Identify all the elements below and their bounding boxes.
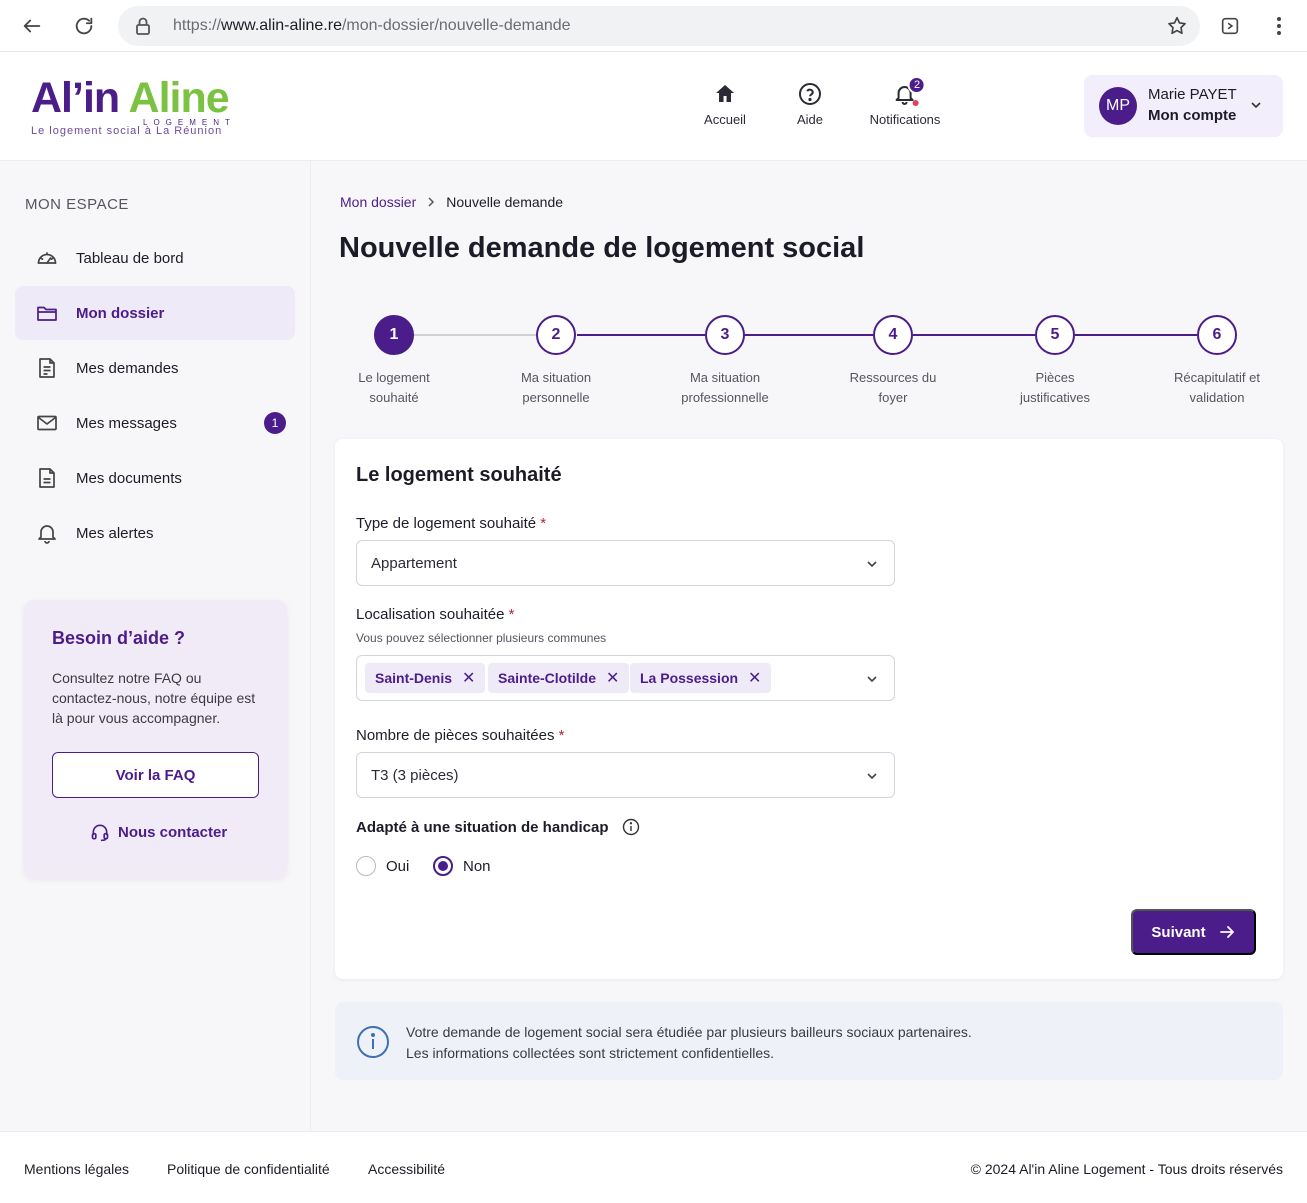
notification-dot <box>913 100 919 106</box>
extensions-icon[interactable] <box>1216 12 1244 40</box>
radio-non[interactable]: Non <box>433 856 491 876</box>
file-icon <box>39 468 55 488</box>
location-multiselect[interactable]: Saint-Denis ✕ Sainte-Clotilde ✕ La Possess… <box>356 655 895 701</box>
sidebar-item-mon-dossier[interactable]: Mon dossier <box>15 286 295 340</box>
account-menu[interactable]: MP Marie PAYET Mon compte <box>1084 75 1283 137</box>
chevron-down-icon <box>867 676 877 683</box>
page-title: Nouvelle demande de logement social <box>339 232 865 264</box>
info-notice: Votre demande de logement social sera ét… <box>335 1002 1283 1080</box>
breadcrumb: Mon dossier Nouvelle demande <box>340 194 563 210</box>
type-label: Type de logement souhaité * <box>356 515 547 532</box>
url-text: https://www.alin-aline.re/mon-dossier/no… <box>173 17 571 34</box>
nav-accueil[interactable]: Accueil <box>704 82 746 127</box>
chevron-down-icon <box>1251 102 1261 109</box>
step-2[interactable]: 2 Ma situation personnelle <box>496 315 616 408</box>
sidebar: MON ESPACE Tableau de bord Mon dossier M… <box>0 161 311 1131</box>
account-label: Mon compte <box>1148 107 1237 124</box>
nav-aide[interactable]: Aide <box>797 82 823 127</box>
sidebar-item-tableau-de-bord[interactable]: Tableau de bord <box>15 231 295 285</box>
chevron-down-icon <box>867 773 877 780</box>
next-button[interactable]: Suivant <box>1131 909 1256 955</box>
address-bar[interactable]: https://www.alin-aline.re/mon-dossier/no… <box>118 6 1200 46</box>
chevron-right-icon <box>428 197 435 207</box>
reload-icon[interactable] <box>70 12 98 40</box>
step-4[interactable]: 4 Ressources du foyer <box>833 315 953 408</box>
faq-button[interactable]: Voir la FAQ <box>52 752 259 798</box>
help-text: Consultez notre FAQ ou contactez-nous, n… <box>52 670 256 726</box>
nav-notifications[interactable]: Notifications 2 <box>870 76 940 127</box>
remove-chip-icon[interactable]: ✕ <box>606 668 619 688</box>
form-card: Le logement souhaité Type de logement so… <box>335 439 1283 979</box>
site-header: Al’in Aline LOGEMENT Le logement social … <box>0 52 1307 161</box>
remove-chip-icon[interactable]: ✕ <box>748 668 761 688</box>
step-6[interactable]: 6 Récapitulatif et validation <box>1157 315 1277 408</box>
type-select[interactable]: Appartement <box>356 540 895 586</box>
step-1[interactable]: 1 Le logement souhaité <box>334 315 454 408</box>
location-chip-saint-denis: Saint-Denis ✕ <box>365 663 486 693</box>
sidebar-item-mes-documents[interactable]: Mes documents <box>15 451 295 505</box>
info-line-2: Les informations collectées sont stricte… <box>406 1045 775 1061</box>
info-icon <box>357 1026 389 1058</box>
headset-icon <box>91 824 109 842</box>
handicap-label: Adapté à une situation de handicap <box>356 818 640 836</box>
radio-button[interactable] <box>356 856 376 876</box>
site-footer: Mentions légales Politique de confidenti… <box>0 1131 1307 1203</box>
location-chip-sainte-clotilde: Sainte-Clotilde ✕ <box>488 663 630 693</box>
site-logo[interactable]: Al’in Aline LOGEMENT Le logement social … <box>31 76 231 142</box>
footer-link-accessibilite[interactable]: Accessibilité <box>368 1161 445 1177</box>
lock-icon <box>134 16 152 41</box>
footer-link-mentions-legales[interactable]: Mentions légales <box>24 1161 129 1177</box>
location-chip-la-possession: La Possession ✕ <box>630 663 772 693</box>
footer-copyright: © 2024 Al'in Aline Logement - Tous droit… <box>970 1161 1283 1177</box>
contact-link[interactable]: Nous contacter <box>90 822 227 842</box>
breadcrumb-link-mon-dossier[interactable]: Mon dossier <box>340 194 416 210</box>
location-hint: Vous pouvez sélectionner plusieurs commu… <box>356 631 607 645</box>
help-circle-icon <box>799 83 821 105</box>
rooms-label: Nombre de pièces souhaitées * <box>356 727 565 744</box>
bell-icon <box>38 525 56 544</box>
step-5[interactable]: 5 Pièces justificatives <box>995 315 1115 408</box>
sidebar-title: MON ESPACE <box>25 196 129 213</box>
notifications-badge: 2 <box>908 76 926 94</box>
radio-oui[interactable]: Oui <box>356 856 409 876</box>
browser-toolbar: https://www.alin-aline.re/mon-dossier/no… <box>0 0 1307 52</box>
sidebar-item-mes-alertes[interactable]: Mes alertes <box>15 506 295 560</box>
breadcrumb-current: Nouvelle demande <box>446 194 564 210</box>
remove-chip-icon[interactable]: ✕ <box>462 668 475 688</box>
help-title: Besoin d’aide ? <box>52 628 186 648</box>
chevron-down-icon <box>867 561 877 568</box>
folder-icon <box>37 306 57 321</box>
rooms-select[interactable]: T3 (3 pièces) <box>356 752 895 798</box>
messages-badge: 1 <box>264 412 286 434</box>
home-icon <box>715 85 734 102</box>
back-icon[interactable] <box>18 12 46 40</box>
browser-menu-icon[interactable] <box>1265 12 1293 40</box>
stepper: 1 Le logement souhaité 2 Ma situation pers… <box>339 315 1283 415</box>
step-3[interactable]: 3 Ma situation professionnelle <box>665 315 785 408</box>
account-name: Marie PAYET <box>1148 86 1237 103</box>
help-card: Besoin d’aide ? Consultez notre FAQ ou c… <box>24 600 287 878</box>
location-label: Localisation souhaitée * <box>356 606 515 623</box>
radio-button-checked[interactable] <box>433 856 453 876</box>
sidebar-item-mes-messages[interactable]: Mes messages 1 <box>15 396 295 450</box>
arrow-right-icon <box>1219 926 1234 938</box>
document-icon <box>39 358 55 378</box>
dashboard-icon <box>37 252 57 264</box>
bookmark-star-icon[interactable] <box>1163 12 1191 40</box>
footer-link-politique[interactable]: Politique de confidentialité <box>167 1161 330 1177</box>
form-title: Le logement souhaité <box>356 464 562 486</box>
mail-icon <box>37 415 57 431</box>
sidebar-item-mes-demandes[interactable]: Mes demandes <box>15 341 295 395</box>
info-icon[interactable] <box>622 818 640 836</box>
info-line-1: Votre demande de logement social sera ét… <box>406 1024 972 1040</box>
avatar: MP <box>1099 87 1137 125</box>
